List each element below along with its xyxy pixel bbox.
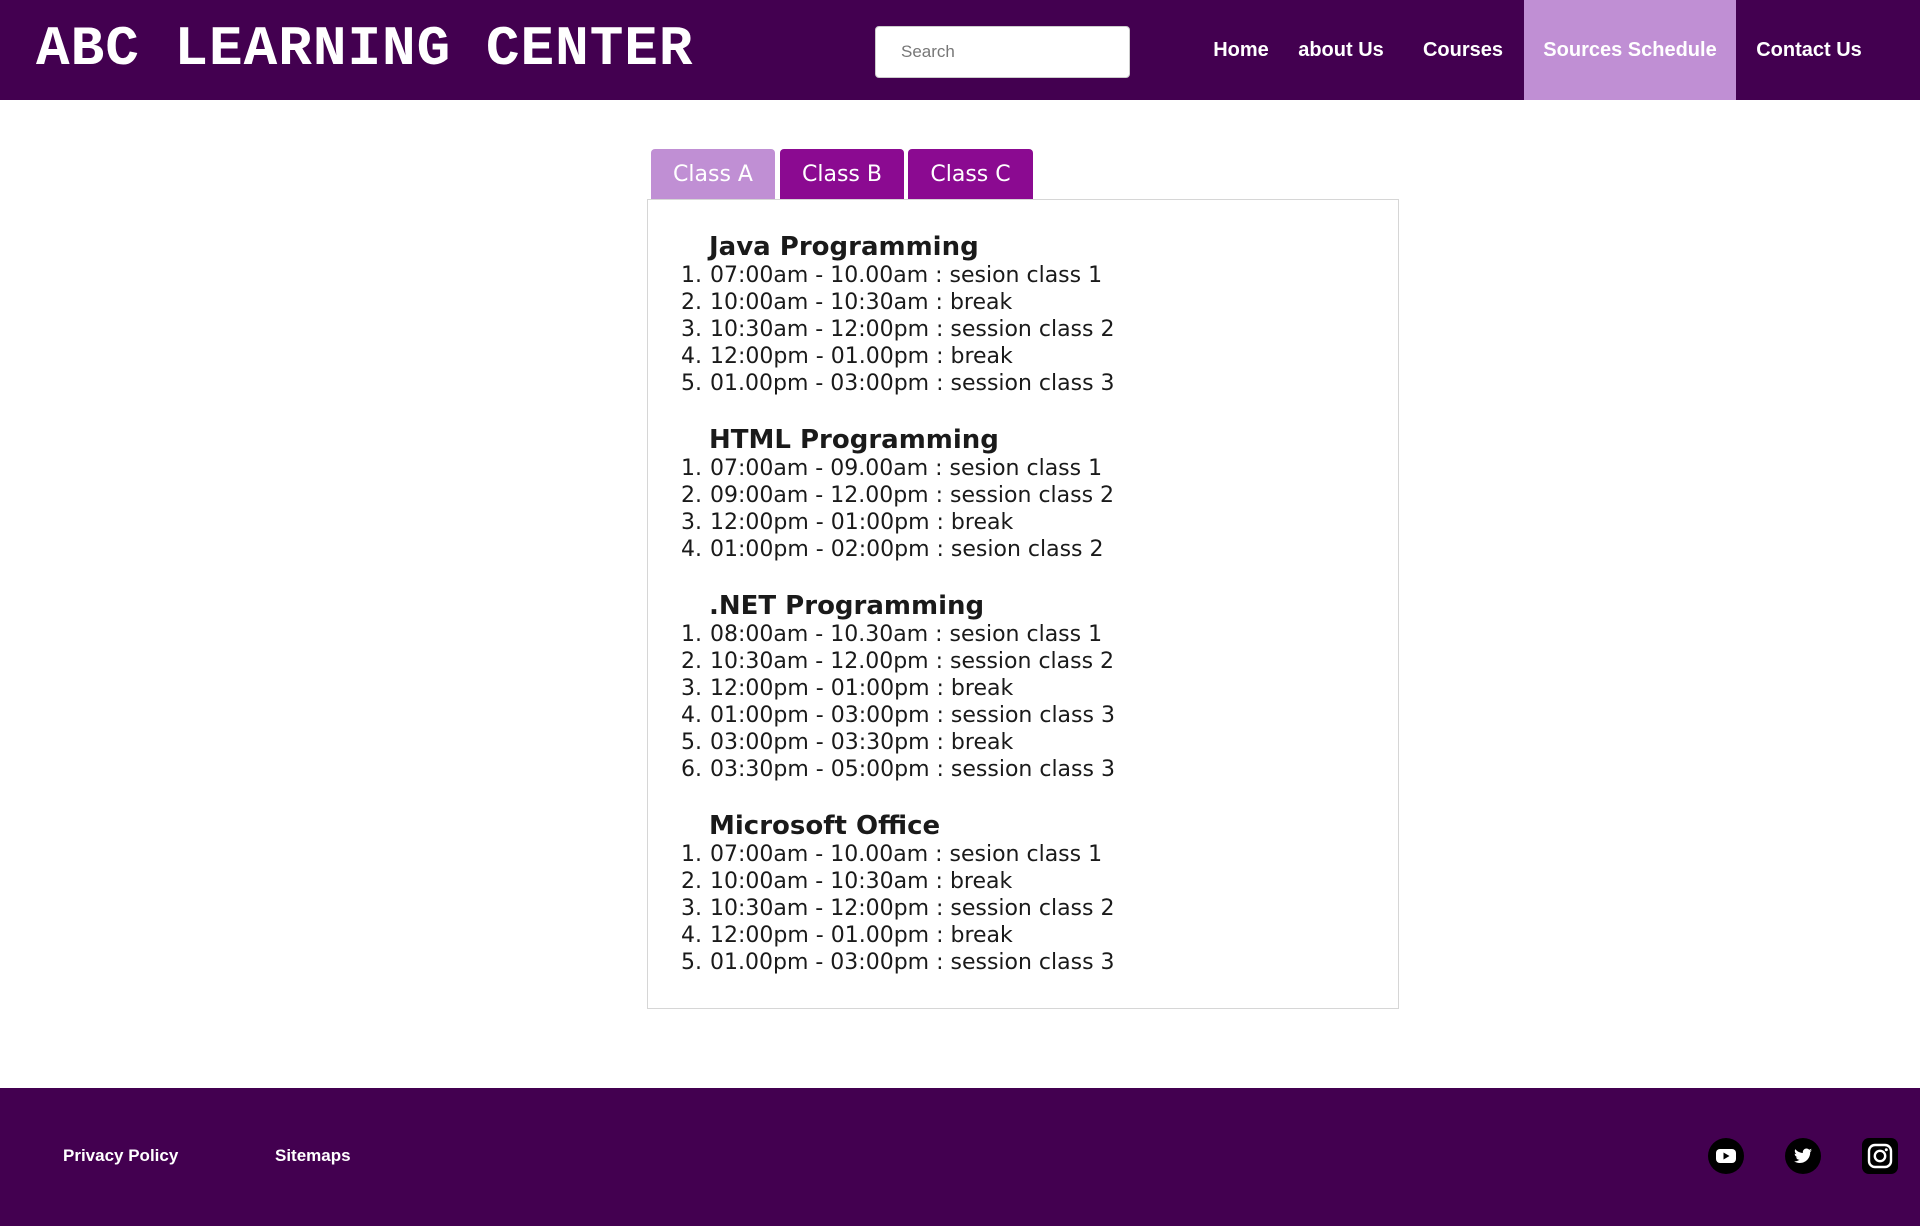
course-title-java: Java Programming: [709, 232, 979, 262]
session-item: 10:30am - 12.00pm : session class 2: [709, 648, 1115, 675]
session-list-microsoft-office: 07:00am - 10.00am : sesion class 1 10:00…: [709, 841, 1115, 976]
session-list-html: 07:00am - 09.00am : sesion class 1 09:00…: [709, 455, 1114, 563]
session-item: 12:00pm - 01.00pm : break: [709, 343, 1115, 370]
youtube-icon[interactable]: [1708, 1138, 1744, 1174]
site-logo[interactable]: ABC LEARNING CENTER: [36, 16, 694, 82]
tab-class-b[interactable]: Class B: [780, 149, 904, 199]
nav-home[interactable]: Home: [1188, 0, 1294, 100]
session-item: 10:30am - 12:00pm : session class 2: [709, 895, 1115, 922]
nav-sources-schedule[interactable]: Sources Schedule: [1524, 0, 1736, 100]
session-item: 07:00am - 10.00am : sesion class 1: [709, 262, 1115, 289]
course-title-dotnet: .NET Programming: [709, 591, 985, 621]
session-item: 12:00pm - 01:00pm : break: [709, 509, 1114, 536]
session-item: 12:00pm - 01.00pm : break: [709, 922, 1115, 949]
course-title-html: HTML Programming: [709, 425, 999, 455]
sitemaps-link[interactable]: Sitemaps: [275, 1144, 351, 1168]
session-item: 07:00am - 09.00am : sesion class 1: [709, 455, 1114, 482]
session-item: 01:00pm - 02:00pm : sesion class 2: [709, 536, 1114, 563]
twitter-icon[interactable]: [1785, 1138, 1821, 1174]
session-item: 10:00am - 10:30am : break: [709, 289, 1115, 316]
session-item: 12:00pm - 01:00pm : break: [709, 675, 1115, 702]
session-list-dotnet: 08:00am - 10.30am : sesion class 1 10:30…: [709, 621, 1115, 783]
instagram-icon[interactable]: [1862, 1138, 1898, 1174]
course-title-microsoft-office: Microsoft Office: [709, 811, 941, 841]
privacy-policy-link[interactable]: Privacy Policy: [63, 1144, 178, 1168]
session-item: 10:00am - 10:30am : break: [709, 868, 1115, 895]
session-item: 07:00am - 10.00am : sesion class 1: [709, 841, 1115, 868]
session-item: 08:00am - 10.30am : sesion class 1: [709, 621, 1115, 648]
session-list-java: 07:00am - 10.00am : sesion class 1 10:00…: [709, 262, 1115, 397]
header-bar: ABC LEARNING CENTER Home about Us Course…: [0, 0, 1920, 100]
session-item: 01:00pm - 03:00pm : session class 3: [709, 702, 1115, 729]
nav-about-us[interactable]: about Us: [1286, 0, 1396, 100]
session-item: 01.00pm - 03:00pm : session class 3: [709, 949, 1115, 976]
session-item: 10:30am - 12:00pm : session class 2: [709, 316, 1115, 343]
session-item: 01.00pm - 03:00pm : session class 3: [709, 370, 1115, 397]
session-item: 03:30pm - 05:00pm : session class 3: [709, 756, 1115, 783]
tab-class-a[interactable]: Class A: [651, 149, 775, 199]
session-item: 03:00pm - 03:30pm : break: [709, 729, 1115, 756]
tab-class-c[interactable]: Class C: [908, 149, 1033, 199]
search-input[interactable]: [875, 26, 1130, 78]
nav-courses[interactable]: Courses: [1412, 0, 1514, 100]
session-item: 09:00am - 12.00pm : session class 2: [709, 482, 1114, 509]
nav-contact-us[interactable]: Contact Us: [1740, 0, 1878, 100]
